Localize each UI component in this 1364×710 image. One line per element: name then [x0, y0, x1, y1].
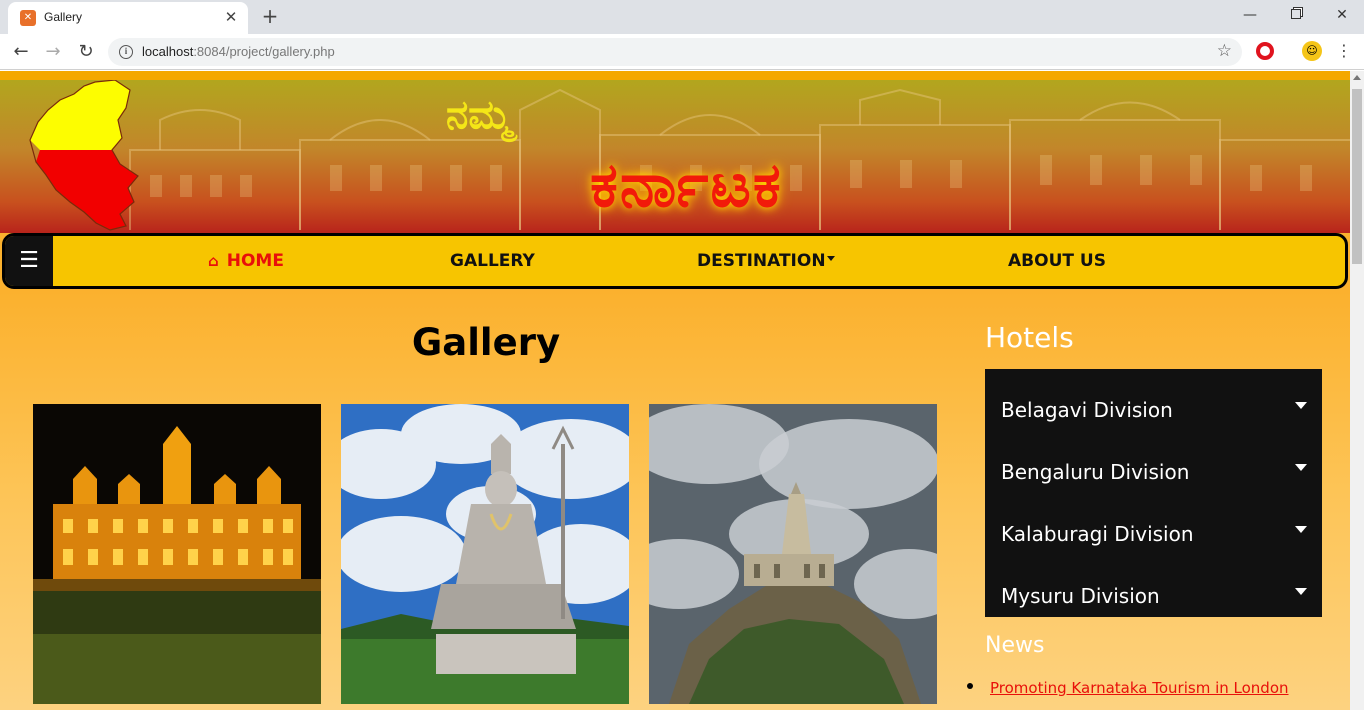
- nav-gallery[interactable]: GALLERY: [450, 236, 535, 286]
- caret-down-icon: [1295, 588, 1307, 595]
- hamburger-menu-icon[interactable]: ☰: [5, 236, 53, 286]
- address-bar[interactable]: i localhost:8084/project/gallery.php ☆: [108, 38, 1242, 66]
- page-title: Gallery: [411, 321, 561, 364]
- opera-extension-icon[interactable]: [1256, 42, 1274, 60]
- caret-down-icon: [1295, 464, 1307, 471]
- forward-arrow-icon[interactable]: →: [41, 40, 65, 64]
- browser-tab[interactable]: ✕ Gallery ✕: [8, 2, 248, 34]
- news-heading: News: [985, 633, 1045, 658]
- accordion-item-kalaburagi[interactable]: Kalaburagi Division: [985, 493, 1322, 555]
- window-close-icon[interactable]: ✕: [1330, 4, 1354, 26]
- page-viewport: ನಮ್ಮ ಕರ್ನಾಟಕ ☰ ⌂ HOME GALLERY DESTINATION…: [0, 71, 1350, 710]
- hotels-heading: Hotels: [985, 321, 1074, 354]
- new-tab-icon[interactable]: +: [258, 5, 282, 29]
- tab-title: Gallery: [44, 10, 83, 24]
- top-strip: [0, 71, 1350, 80]
- accordion-item-belagavi[interactable]: Belagavi Division: [985, 369, 1322, 431]
- minimize-icon[interactable]: —: [1238, 4, 1262, 26]
- browser-tab-bar: ✕ Gallery ✕ + — ✕: [0, 0, 1364, 34]
- gallery-photo-shiva[interactable]: [341, 404, 629, 704]
- news-link[interactable]: Promoting Karnataka Tourism in London: [990, 679, 1289, 697]
- info-icon[interactable]: i: [119, 45, 133, 59]
- gallery-photo-palace[interactable]: [33, 404, 321, 704]
- logo-namma: ನಮ್ಮ: [446, 92, 512, 138]
- nav-about-us[interactable]: ABOUT US: [1008, 236, 1106, 286]
- back-arrow-icon[interactable]: ←: [9, 40, 33, 64]
- browser-toolbar: ← → ↻ i localhost:8084/project/gallery.p…: [0, 34, 1364, 70]
- caret-down-icon: [1295, 526, 1307, 533]
- logo-karnataka: ಕರ್ನಾಟಕ: [590, 148, 783, 221]
- division-accordion: Belagavi Division Bengaluru Division Kal…: [985, 369, 1322, 617]
- browser-menu-icon[interactable]: ⋮: [1336, 41, 1352, 60]
- list-bullet: [967, 683, 973, 689]
- page-scrollbar[interactable]: [1350, 71, 1364, 710]
- caret-down-icon: [1295, 402, 1307, 409]
- url-text[interactable]: localhost:8084/project/gallery.php: [142, 44, 335, 59]
- xampp-icon: ✕: [20, 10, 36, 26]
- emoji-extension-icon[interactable]: ☺: [1302, 41, 1322, 61]
- bookmark-star-icon[interactable]: ☆: [1217, 41, 1232, 61]
- tab-close-icon[interactable]: ✕: [222, 8, 240, 26]
- accordion-item-bengaluru[interactable]: Bengaluru Division: [985, 431, 1322, 493]
- dropdown-caret-icon: [826, 256, 835, 261]
- nav-home[interactable]: ⌂ HOME: [208, 236, 284, 286]
- scroll-thumb[interactable]: [1352, 89, 1362, 264]
- nav-destination-label: DESTINATION: [697, 251, 826, 271]
- gallery-photo-hilltop-temple[interactable]: [649, 404, 937, 704]
- scroll-up-icon[interactable]: [1353, 75, 1361, 80]
- accordion-label: Kalaburagi Division: [1001, 522, 1194, 546]
- accordion-label: Bengaluru Division: [1001, 460, 1190, 484]
- site-banner: ನಮ್ಮ ಕರ್ನಾಟಕ: [0, 80, 1350, 233]
- home-icon: ⌂: [208, 252, 219, 270]
- accordion-label: Mysuru Division: [1001, 584, 1160, 608]
- accordion-label: Belagavi Division: [1001, 398, 1173, 422]
- main-navbar: ☰ ⌂ HOME GALLERY DESTINATION ABOUT US: [2, 233, 1348, 289]
- reload-icon[interactable]: ↻: [74, 40, 98, 64]
- nav-home-label: HOME: [226, 251, 284, 271]
- nav-destination[interactable]: DESTINATION: [697, 236, 835, 286]
- restore-icon[interactable]: [1284, 4, 1308, 26]
- accordion-item-mysuru[interactable]: Mysuru Division: [985, 555, 1322, 617]
